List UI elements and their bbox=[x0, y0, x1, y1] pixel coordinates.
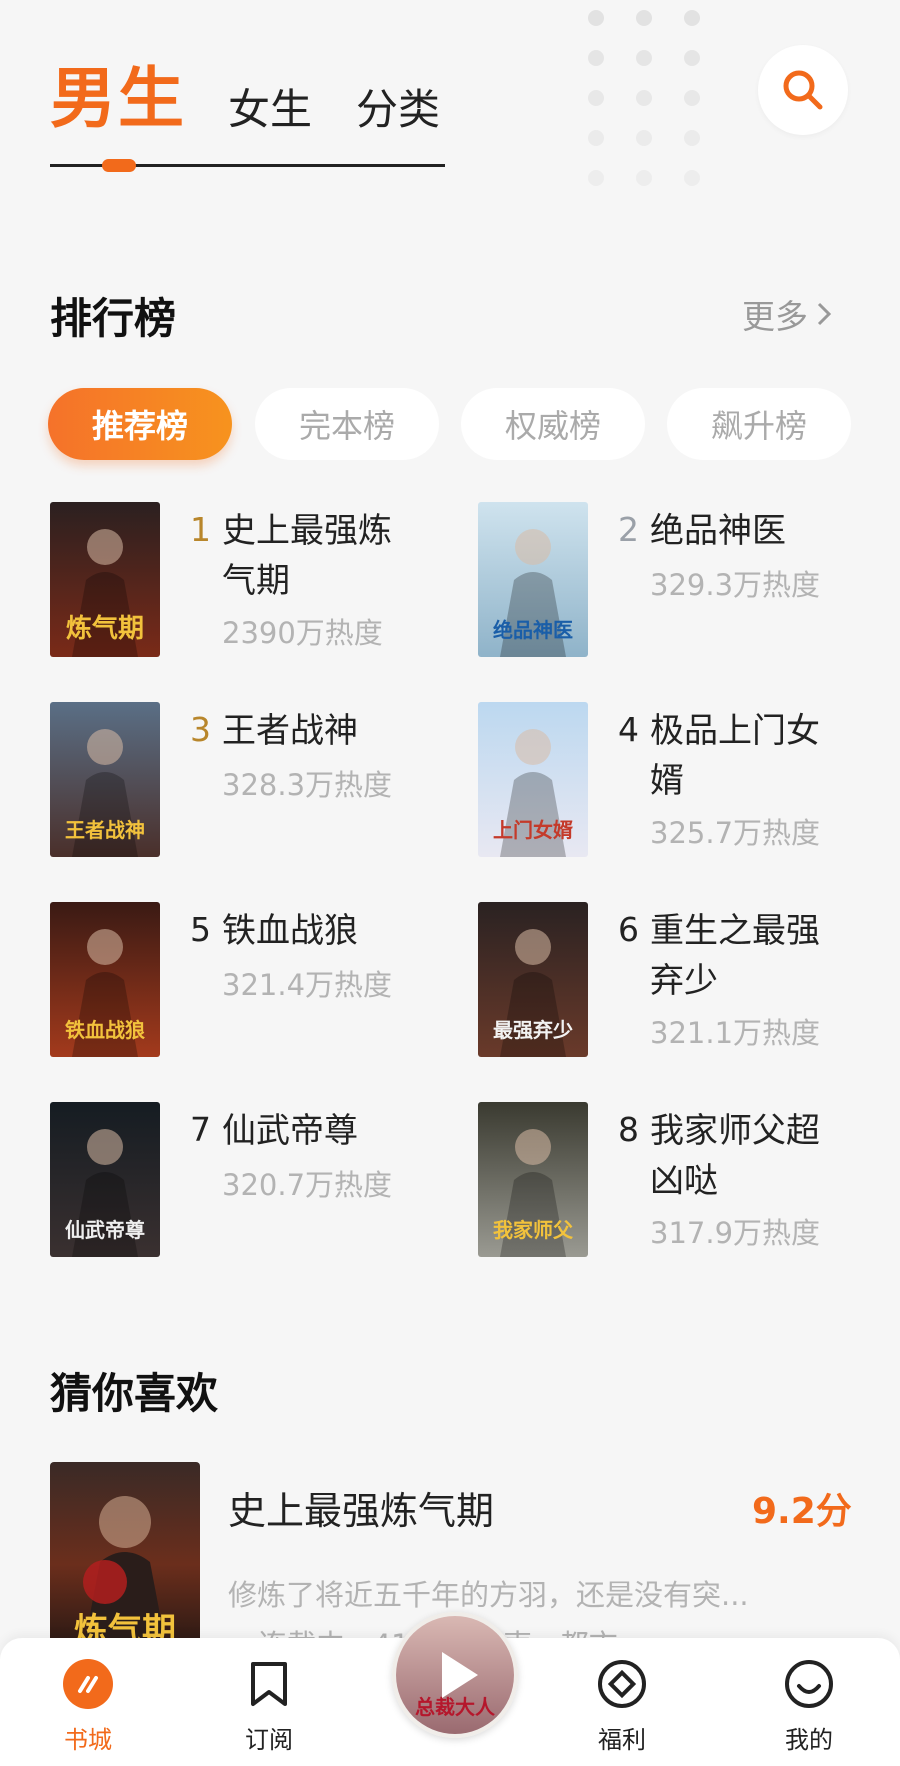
book-cover[interactable]: 王者战神 bbox=[50, 702, 160, 857]
nav-subscribe-label: 订阅 bbox=[245, 1726, 293, 1754]
decor-dot bbox=[684, 90, 700, 106]
svg-text:总裁大人: 总裁大人 bbox=[415, 1695, 496, 1719]
book-title[interactable]: 绝品神医 bbox=[650, 506, 840, 556]
book-heat: 321.1万热度 bbox=[650, 1016, 821, 1050]
rank-tab-finished[interactable]: 完本榜 bbox=[255, 388, 439, 460]
decor-dot bbox=[684, 50, 700, 66]
rank-book-item[interactable]: 上门女婿 4 极品上门女婿 325.7万热度 bbox=[478, 702, 888, 862]
nav-welfare-label: 福利 bbox=[598, 1726, 646, 1754]
book-rank: 7 bbox=[190, 1110, 211, 1149]
book-heat: 2390万热度 bbox=[222, 616, 383, 650]
book-title[interactable]: 我家师父超凶哒 bbox=[650, 1106, 840, 1206]
decor-dot bbox=[684, 170, 700, 186]
rank-book-item[interactable]: 我家师父 8 我家师父超凶哒 317.9万热度 bbox=[478, 1102, 888, 1262]
book-cover[interactable]: 炼气期 bbox=[50, 502, 160, 657]
decor-dot bbox=[636, 50, 652, 66]
decor-dot bbox=[588, 50, 604, 66]
decor-dot bbox=[636, 130, 652, 146]
svg-text:仙武帝尊: 仙武帝尊 bbox=[65, 1218, 145, 1242]
nav-mine-label: 我的 bbox=[785, 1726, 833, 1754]
book-title[interactable]: 铁血战狼 bbox=[222, 906, 412, 956]
decor-dot bbox=[636, 90, 652, 106]
book-heat: 329.3万热度 bbox=[650, 568, 821, 602]
svg-text:最强弃少: 最强弃少 bbox=[493, 1018, 573, 1042]
svg-text:绝品神医: 绝品神医 bbox=[493, 618, 573, 642]
more-label: 更多 bbox=[742, 297, 808, 336]
book-heat: 317.9万热度 bbox=[650, 1216, 821, 1250]
book-title[interactable]: 极品上门女婿 bbox=[650, 706, 840, 806]
tab-category[interactable]: 分类 bbox=[356, 76, 440, 137]
rank-tab-rising[interactable]: 飙升榜 bbox=[667, 388, 851, 460]
book-cover[interactable]: 上门女婿 bbox=[478, 702, 588, 857]
decor-dot bbox=[588, 10, 604, 26]
rank-tab-authority[interactable]: 权威榜 bbox=[461, 388, 645, 460]
book-rank: 6 bbox=[618, 910, 639, 949]
recommend-book-desc: 修炼了将近五千年的方羽，还是没有突... bbox=[228, 1578, 749, 1612]
book-rank: 8 bbox=[618, 1110, 639, 1149]
book-title[interactable]: 仙武帝尊 bbox=[222, 1106, 412, 1156]
book-rank: 4 bbox=[618, 710, 639, 749]
decor-dot bbox=[588, 130, 604, 146]
bookmark-icon bbox=[251, 1662, 287, 1706]
decorative-dots bbox=[588, 10, 718, 190]
decor-dot bbox=[684, 130, 700, 146]
rank-book-item[interactable]: 绝品神医 2 绝品神医 329.3万热度 bbox=[478, 502, 888, 662]
ranking-title: 排行榜 bbox=[50, 294, 177, 343]
decor-dot bbox=[636, 10, 652, 26]
nav-welfare[interactable]: 福利 bbox=[572, 1658, 672, 1755]
book-title[interactable]: 王者战神 bbox=[222, 706, 412, 756]
book-rank: 1 bbox=[190, 510, 211, 549]
welfare-icon bbox=[598, 1660, 646, 1708]
book-rank: 2 bbox=[618, 510, 639, 549]
book-cover[interactable]: 铁血战狼 bbox=[50, 902, 160, 1057]
tab-active-indicator bbox=[102, 159, 136, 172]
rank-book-item[interactable]: 最强弃少 6 重生之最强弃少 321.1万热度 bbox=[478, 902, 888, 1062]
rank-book-item[interactable]: 仙武帝尊 7 仙武帝尊 320.7万热度 bbox=[50, 1102, 460, 1262]
decor-dot bbox=[636, 170, 652, 186]
decor-dot bbox=[684, 10, 700, 26]
svg-text:炼气期: 炼气期 bbox=[66, 613, 144, 644]
tab-female[interactable]: 女生 bbox=[228, 76, 312, 137]
nav-mine[interactable]: 我的 bbox=[759, 1658, 859, 1755]
decor-dot bbox=[588, 170, 604, 186]
book-heat: 328.3万热度 bbox=[222, 768, 393, 802]
book-cover[interactable]: 仙武帝尊 bbox=[50, 1102, 160, 1257]
book-title[interactable]: 重生之最强弃少 bbox=[650, 906, 840, 1006]
book-heat: 320.7万热度 bbox=[222, 1168, 393, 1202]
guess-title: 猜你喜欢 bbox=[50, 1369, 219, 1418]
book-heat: 321.4万热度 bbox=[222, 968, 393, 1002]
svg-text:王者战神: 王者战神 bbox=[65, 818, 145, 842]
decor-dot bbox=[588, 90, 604, 106]
tab-male[interactable]: 男生 bbox=[50, 45, 186, 141]
book-title[interactable]: 史上最强炼气期 bbox=[222, 506, 412, 606]
recommend-book-cover[interactable]: 炼气期 bbox=[50, 1462, 200, 1667]
profile-smile-icon bbox=[785, 1660, 833, 1708]
book-rank: 5 bbox=[190, 910, 211, 949]
svg-text:上门女婿: 上门女婿 bbox=[493, 818, 573, 842]
nav-subscribe[interactable]: 订阅 bbox=[219, 1658, 319, 1755]
audio-player-button[interactable]: 总裁大人 bbox=[392, 1612, 518, 1738]
search-icon bbox=[783, 70, 823, 110]
chevron-right-icon bbox=[817, 302, 832, 326]
book-rank: 3 bbox=[190, 710, 211, 749]
more-link[interactable]: 更多 bbox=[742, 290, 832, 338]
rank-tab-recommend[interactable]: 推荐榜 bbox=[48, 388, 232, 460]
rank-book-item[interactable]: 铁血战狼 5 铁血战狼 321.4万热度 bbox=[50, 902, 460, 1062]
book-heat: 325.7万热度 bbox=[650, 816, 821, 850]
nav-home[interactable]: 书城 bbox=[38, 1658, 138, 1755]
rank-book-item[interactable]: 炼气期 1 史上最强炼气期 2390万热度 bbox=[50, 502, 460, 662]
search-button[interactable] bbox=[758, 45, 848, 135]
svg-text:铁血战狼: 铁血战狼 bbox=[65, 1018, 146, 1042]
rank-book-item[interactable]: 王者战神 3 王者战神 328.3万热度 bbox=[50, 702, 460, 862]
book-cover[interactable]: 我家师父 bbox=[478, 1102, 588, 1257]
book-cover[interactable]: 最强弃少 bbox=[478, 902, 588, 1057]
recommend-book-score: 9.2分 bbox=[752, 1491, 852, 1532]
svg-text:我家师父: 我家师父 bbox=[493, 1218, 574, 1242]
bookstore-icon bbox=[63, 1659, 113, 1709]
book-cover[interactable]: 绝品神医 bbox=[478, 502, 588, 657]
nav-home-label: 书城 bbox=[64, 1726, 112, 1754]
recommend-book-title[interactable]: 史上最强炼气期 bbox=[228, 1480, 494, 1535]
